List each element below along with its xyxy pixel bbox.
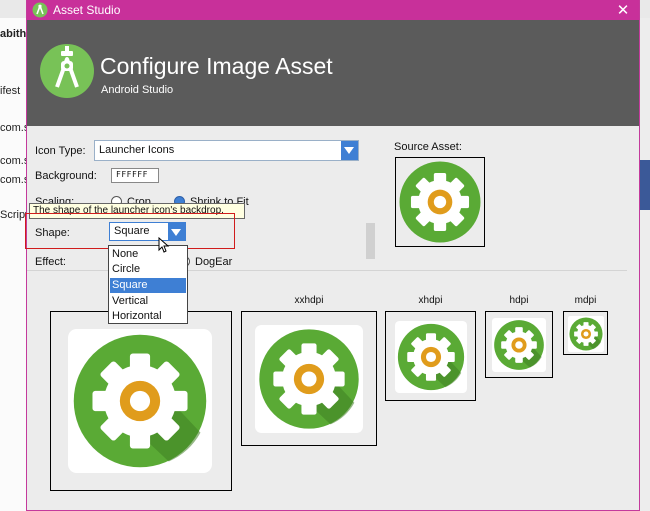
page-title: Configure Image Asset xyxy=(100,53,333,79)
preview-label-mdpi: mdpi xyxy=(574,295,597,306)
annotation-highlight-box xyxy=(25,213,235,249)
android-studio-logo-icon xyxy=(32,2,48,18)
gear-icon xyxy=(68,329,212,473)
preview-label-hdpi: hdpi xyxy=(509,295,529,306)
preview-xxhdpi xyxy=(241,311,377,446)
shape-option-square[interactable]: Square xyxy=(110,278,186,293)
window-title: Asset Studio xyxy=(53,3,121,17)
dialog-header: Configure Image Asset Android Studio xyxy=(27,20,639,126)
preview-label-xhdpi: xhdpi xyxy=(418,295,443,306)
background-text: ifest xyxy=(0,85,21,97)
background-color-field[interactable]: FFFFFF xyxy=(111,168,159,183)
icon-type-label: Icon Type: xyxy=(35,145,86,157)
shape-option-vertical[interactable]: Vertical xyxy=(110,294,186,309)
effect-dogear-label: DogEar xyxy=(195,256,233,268)
preview-xhdpi xyxy=(385,311,476,401)
close-button[interactable]: ✕ xyxy=(613,0,633,20)
preview-mdpi xyxy=(563,311,608,355)
preview-xxxhdpi xyxy=(50,311,232,491)
background-text: Script xyxy=(0,209,29,221)
gear-icon xyxy=(399,161,481,243)
background-label: Background: xyxy=(35,170,97,182)
gear-icon xyxy=(395,321,467,393)
page-subtitle: Android Studio xyxy=(101,84,174,96)
background-text: com.s xyxy=(0,122,30,134)
dropdown-arrow-icon[interactable] xyxy=(341,141,358,160)
effect-label: Effect: xyxy=(35,256,66,268)
asset-studio-window: Asset Studio ✕ Configure Image Asset And… xyxy=(25,0,640,511)
shape-option-circle[interactable]: Circle xyxy=(110,262,186,277)
background-text: com.s xyxy=(0,155,30,167)
mouse-cursor-icon xyxy=(158,237,170,253)
gear-icon xyxy=(492,318,546,372)
preview-hdpi xyxy=(485,311,553,378)
source-asset-preview[interactable] xyxy=(395,157,485,247)
background-color-value: FFFFFF xyxy=(116,170,148,179)
background-text: com.s xyxy=(0,174,30,186)
icon-type-value: Launcher Icons xyxy=(99,144,175,156)
scrollbar-thumb[interactable] xyxy=(366,223,375,259)
gear-icon xyxy=(568,316,604,352)
gear-icon xyxy=(255,325,363,433)
background-text: abith xyxy=(0,28,27,40)
preview-label-xxhdpi: xxhdpi xyxy=(294,295,324,306)
source-asset-label: Source Asset: xyxy=(394,141,462,153)
shape-option-horizontal[interactable]: Horizontal xyxy=(110,309,186,324)
title-bar[interactable]: Asset Studio ✕ xyxy=(27,0,639,20)
icon-type-select[interactable]: Launcher Icons xyxy=(94,140,359,161)
shape-option-none[interactable]: None xyxy=(110,247,186,262)
shape-dropdown-list: None Circle Square Vertical Horizontal xyxy=(108,245,188,324)
android-studio-logo-icon xyxy=(40,44,94,98)
